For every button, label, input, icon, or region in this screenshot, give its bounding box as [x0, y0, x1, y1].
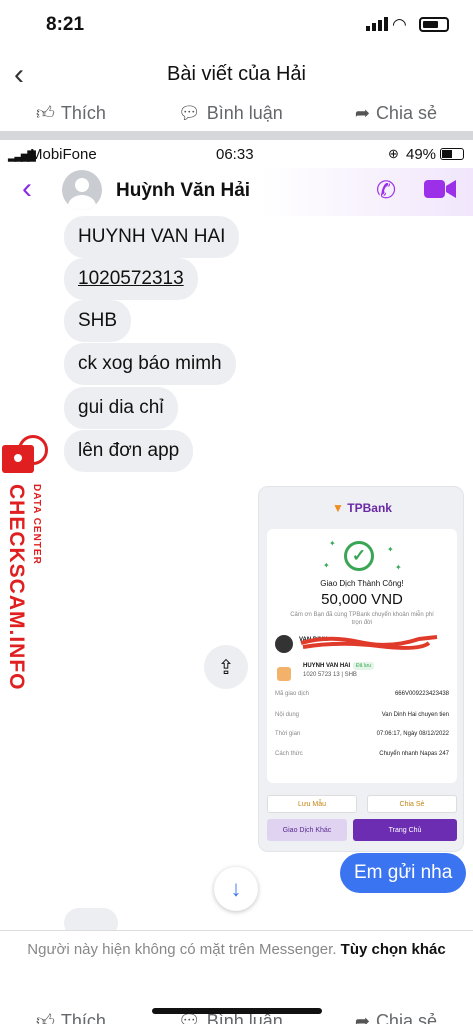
- share-icon: ➦: [354, 102, 370, 123]
- message-bubble: ck xog báo mimh: [64, 343, 236, 385]
- battery-percent: 49%: [406, 146, 437, 163]
- rotation-lock-icon: ⊕: [388, 146, 399, 161]
- sparkle-icon: ✦: [323, 561, 330, 570]
- messenger-notice: Người này hiện không có mặt trên Messeng…: [0, 930, 473, 1000]
- sparkle-icon: ✦: [395, 563, 402, 572]
- share-image-button: ⇪: [204, 645, 248, 689]
- screen: 8:21 ◠ ‹ Bài viết của Hải 👍︎ Thích 💬︎ Bình…: [0, 0, 473, 1024]
- divider: [0, 131, 473, 140]
- receipt-card: ✦ ✦ ✦ ✦ ✓ Giao Dịch Thành Công! 50,000 V…: [267, 529, 457, 783]
- like-button[interactable]: 👍︎ Thích: [36, 102, 106, 124]
- chat-status-bar: ▂▃▅▇ MobiFone 06:33 ⊕ 49%: [0, 140, 473, 166]
- receipt-note: Cảm ơn Bạn đã cùng TPBank chuyển khoản m…: [290, 612, 434, 626]
- like-button[interactable]: 👍︎ Thích: [36, 1010, 106, 1024]
- message-bubble-partial: [64, 908, 118, 930]
- thumbs-up-icon: 👍︎: [36, 103, 55, 123]
- receipt-title: Giao Dịch Thành Công!: [320, 579, 404, 588]
- notice-text: Người này hiện không có mặt trên Messeng…: [27, 941, 337, 958]
- post-actions-top: 👍︎ Thích 💬︎ Bình luận ➦ Chia sẻ: [0, 96, 473, 130]
- sparkle-icon: ✦: [329, 539, 336, 548]
- thumbs-up-icon: 👍︎: [36, 1011, 55, 1024]
- sender-row: VAN DINH: [275, 633, 449, 657]
- receipt-row: Nội dung Van Dinh Hai chuyen tien: [275, 712, 449, 718]
- sender-avatar: [275, 635, 293, 653]
- wifi-icon: ◠: [392, 15, 407, 34]
- recipient-name: HUYNH VAN HAI: [303, 663, 351, 669]
- carrier-label: MobiFone: [30, 146, 97, 163]
- receipt-share-button: Chia Sẻ: [367, 795, 457, 813]
- post-actions-bottom: 👍︎ Thích 💬︎ Bình luận ➦ Chia sẻ: [0, 1004, 473, 1024]
- avatar: [62, 170, 102, 210]
- receipt-row: Thời gian 07:06:17, Ngày 08/12/2022: [275, 731, 449, 737]
- upload-icon: ⇪: [217, 656, 235, 679]
- home-indicator[interactable]: [152, 1008, 322, 1014]
- share-button[interactable]: ➦ Chia sẻ: [355, 1011, 437, 1024]
- bank-receipt: ▼ TPBank ✦ ✦ ✦ ✦ ✓ Giao Dịch Thành Công!…: [258, 486, 464, 852]
- save-template-button: Lưu Mẫu: [267, 795, 357, 813]
- bank-logo-icon: ▼: [332, 501, 344, 515]
- receipt-amount: 50,000 VND: [321, 591, 403, 608]
- status-time: 8:21: [46, 14, 85, 35]
- page-title: Bài viết của Hải: [167, 63, 306, 85]
- watermark-subtext: DATA CENTER: [31, 484, 42, 565]
- message-bubble: 1020572313: [64, 258, 198, 300]
- share-icon: ➦: [354, 1010, 370, 1024]
- watermark-lock-icon: [2, 435, 48, 473]
- contact-name: Huỳnh Văn Hải: [116, 180, 251, 201]
- bank-logo: ▼ TPBank: [332, 501, 392, 515]
- post-header: ‹ Bài viết của Hải: [0, 50, 473, 98]
- phone-icon: ✆: [376, 177, 397, 204]
- message-bubble: HUYNH VAN HAI: [64, 216, 240, 258]
- recipient-account: 1020 5723 13 | SHB: [303, 672, 357, 678]
- chat-status-time: 06:33: [216, 146, 254, 163]
- chat-header: ‹ Huỳnh Văn Hải ✆: [0, 168, 473, 216]
- success-check-icon: ✓: [344, 541, 374, 571]
- receipt-row: Mã giao dịch 666V009223423438: [275, 691, 449, 697]
- shb-bank-icon: [277, 667, 291, 681]
- saved-badge: Đã lưu: [353, 662, 375, 670]
- status-bar: 8:21 ◠: [0, 0, 473, 48]
- receipt-row: Cách thức Chuyển nhanh Napas 247: [275, 751, 449, 757]
- arrow-down-icon: ↓: [230, 876, 242, 901]
- redaction-scribble: [300, 635, 438, 650]
- message-bubble: gui dia chỉ: [64, 387, 178, 429]
- scroll-down-button: ↓: [214, 867, 258, 911]
- other-transaction-button: Giao Dịch Khác: [267, 819, 347, 841]
- signal-icon: [366, 17, 388, 31]
- chat-back-icon: ‹: [22, 172, 32, 205]
- more-options-link[interactable]: Tùy chọn khác: [341, 941, 446, 958]
- video-camera-icon: [424, 180, 456, 198]
- message-bubble: lên đơn app: [64, 430, 194, 472]
- watermark-text: CHECKSCAM.INFO: [5, 484, 28, 691]
- sent-message-bubble: Em gửi nha: [340, 853, 467, 893]
- comment-icon: 💬︎: [177, 102, 201, 123]
- message-bubble: SHB: [64, 300, 132, 342]
- home-button: Trang Chủ: [353, 819, 457, 841]
- comment-button[interactable]: 💬︎ Bình luận: [178, 103, 283, 124]
- post-image[interactable]: ▂▃▅▇ MobiFone 06:33 ⊕ 49% ‹ Huỳnh Văn Hả…: [0, 140, 473, 930]
- share-button[interactable]: ➦ Chia sẻ: [355, 103, 437, 124]
- battery-icon: [419, 17, 449, 32]
- sparkle-icon: ✦: [387, 545, 394, 554]
- battery-icon: [440, 148, 464, 160]
